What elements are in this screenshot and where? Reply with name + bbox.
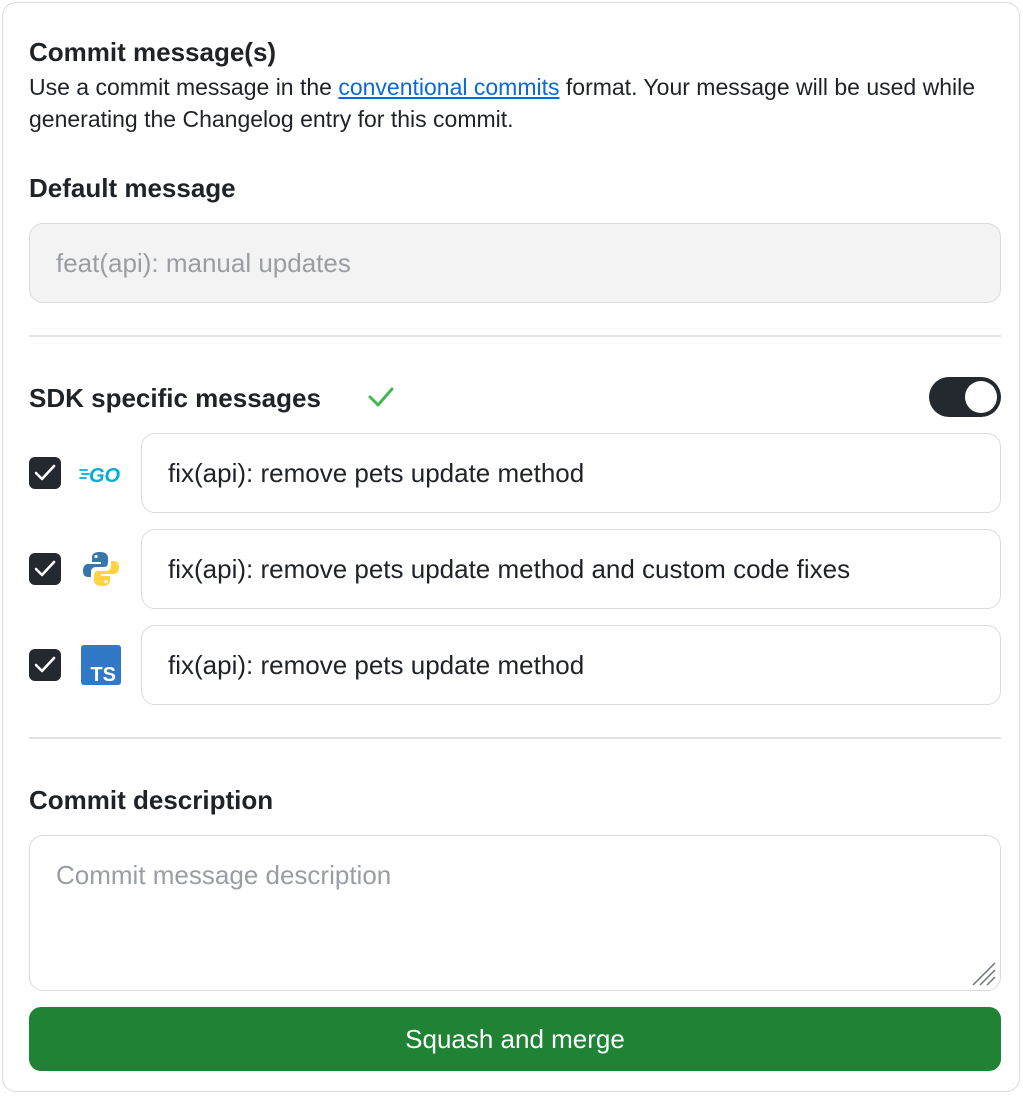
commit-description-textarea[interactable] xyxy=(29,835,1001,991)
commit-messages-title: Commit message(s) xyxy=(29,37,277,67)
typescript-logo-icon: TS xyxy=(81,645,121,685)
checkmark-icon xyxy=(34,560,56,577)
sdk-messages-title: SDK specific messages xyxy=(29,383,321,413)
commit-description-title: Commit description xyxy=(29,785,274,815)
sdk-messages-toggle[interactable] xyxy=(929,377,1001,417)
section-divider xyxy=(29,335,1001,337)
resize-handle-icon[interactable] xyxy=(969,959,997,987)
squash-and-merge-button[interactable]: Squash and merge xyxy=(29,1007,1001,1071)
sdk-message-input-python[interactable] xyxy=(141,529,1001,609)
checkmark-icon xyxy=(34,464,56,481)
toggle-knob xyxy=(965,381,997,413)
intro-text-start: Use a commit message in the xyxy=(29,74,339,100)
default-message-title: Default message xyxy=(29,173,236,203)
go-logo-text: GO xyxy=(89,465,121,487)
python-logo-icon xyxy=(83,552,119,586)
check-icon xyxy=(368,387,394,407)
sdk-checkbox-python[interactable] xyxy=(29,553,61,585)
commit-messages-intro: Use a commit message in the conventional… xyxy=(29,71,989,135)
sdk-row-go: GO xyxy=(3,433,1021,513)
sdk-row-typescript: TS xyxy=(3,625,1021,705)
commit-panel: Commit message(s) Use a commit message i… xyxy=(2,2,1020,1092)
sdk-message-input-typescript[interactable] xyxy=(141,625,1001,705)
section-divider xyxy=(29,737,1001,739)
default-message-input xyxy=(29,223,1001,303)
typescript-logo-text: TS xyxy=(90,664,116,685)
sdk-row-python xyxy=(3,529,1021,609)
sdk-checkbox-typescript[interactable] xyxy=(29,649,61,681)
checkmark-icon xyxy=(34,656,56,673)
sdk-checkbox-go[interactable] xyxy=(29,457,61,489)
sdk-message-input-go[interactable] xyxy=(141,433,1001,513)
conventional-commits-link[interactable]: conventional commits xyxy=(338,74,559,100)
go-logo-icon: GO xyxy=(79,465,121,487)
